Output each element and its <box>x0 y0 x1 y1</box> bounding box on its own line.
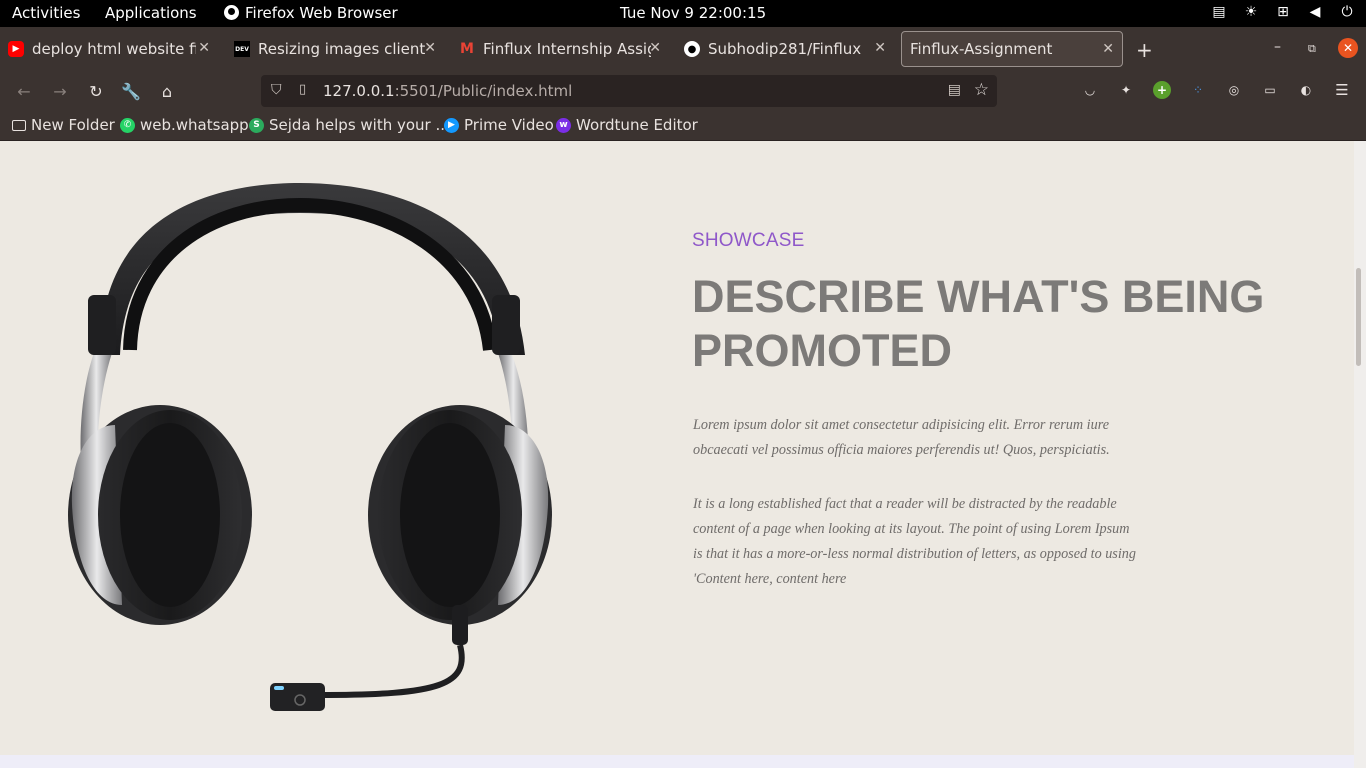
active-app-menu[interactable]: Firefox Web Browser <box>224 4 398 22</box>
headphones-product-image <box>68 183 552 711</box>
tab-title: Resizing images client-sid <box>258 40 426 58</box>
bookmark-label: Prime Video <box>464 116 554 134</box>
power-icon[interactable]: ⏻ <box>1338 3 1356 21</box>
tab-github-finflux[interactable]: ● Subhodip281/Finflux ✕ <box>684 31 894 67</box>
clock[interactable]: Tue Nov 9 22:00:15 <box>620 4 766 22</box>
tab-resizing-images[interactable]: DEV Resizing images client-sid ✕ <box>234 31 444 67</box>
extension-plus-icon[interactable]: + <box>1153 81 1171 99</box>
gmail-icon: M <box>460 41 474 57</box>
bookmark-label: Sejda helps with your ... <box>269 116 450 134</box>
tab-title: deploy html website fireb <box>32 40 196 58</box>
maximize-button[interactable]: ⧉ <box>1308 42 1316 56</box>
close-tab-icon[interactable]: ✕ <box>1102 41 1114 57</box>
extension-sync-icon[interactable]: ◐ <box>1297 81 1315 99</box>
firefox-icon <box>224 5 239 20</box>
bookmark-wordtune[interactable]: w Wordtune Editor <box>556 116 698 134</box>
dev-icon: DEV <box>234 41 250 57</box>
intro-paragraph: Lorem ipsum dolor sit amet consectetur a… <box>693 417 1110 458</box>
minimize-button[interactable]: – <box>1274 39 1281 55</box>
forward-button[interactable]: → <box>49 80 71 102</box>
url-host: 127.0.0.1 <box>323 82 395 100</box>
whatsapp-icon: ✆ <box>120 117 135 133</box>
address-bar[interactable]: ⛉ ▯ 127.0.0.1:5501/Public/index.html ▤ ☆ <box>261 75 997 107</box>
prime-video-icon: ▶ <box>444 117 459 133</box>
brightness-icon[interactable]: ☀ <box>1242 3 1260 21</box>
extension-grid-icon[interactable]: ⁘ <box>1189 81 1207 99</box>
extension-paw-icon[interactable]: ✦ <box>1117 81 1135 99</box>
bookmark-prime-video[interactable]: ▶ Prime Video <box>444 116 554 134</box>
reload-button[interactable]: ↻ <box>85 80 107 102</box>
url-text[interactable]: 127.0.0.1:5501/Public/index.html <box>323 82 572 100</box>
body-paragraph: It is a long established fact that a rea… <box>693 496 1136 587</box>
system-top-bar: Activities Applications Firefox Web Brow… <box>0 0 1366 27</box>
scrollbar-thumb[interactable] <box>1356 268 1361 366</box>
tab-finflux-internship[interactable]: M Finflux Internship Assignm ✕ <box>459 31 669 67</box>
bookmark-sejda[interactable]: S Sejda helps with your ... <box>249 116 450 134</box>
activities-button[interactable]: Activities <box>12 4 80 22</box>
tab-title: Subhodip281/Finflux <box>708 40 862 58</box>
page-headline: DESCRIBE WHAT'S BEING PROMOTED <box>692 271 1265 376</box>
extension-screen-icon[interactable]: ▭ <box>1261 81 1279 99</box>
bookmarks-toolbar: New Folder ✆ web.whatsapp S Sejda helps wi… <box>0 111 1366 141</box>
home-button[interactable]: ⌂ <box>156 80 178 102</box>
tab-deploy-html[interactable]: ▶ deploy html website fireb ✕ <box>8 31 218 67</box>
close-tab-icon[interactable]: ✕ <box>198 40 210 56</box>
new-tab-button[interactable]: + <box>1136 38 1153 62</box>
extension-cookie-icon[interactable]: ◎ <box>1225 81 1243 99</box>
bookmark-label: web.whatsapp <box>140 116 249 134</box>
bookmark-new-folder[interactable]: New Folder <box>12 116 115 134</box>
wrench-icon[interactable]: 🔧 <box>120 80 142 102</box>
volume-icon[interactable]: ◀ <box>1306 3 1324 21</box>
close-tab-icon[interactable]: ✕ <box>424 40 436 56</box>
bookmark-label: New Folder <box>31 116 115 134</box>
page-scrollbar[interactable] <box>1354 141 1366 768</box>
tracking-protection-icon[interactable]: ⛉ <box>271 82 282 98</box>
next-section-strip <box>0 755 1354 768</box>
applications-menu[interactable]: Applications <box>105 4 197 22</box>
tab-title: Finflux Internship Assignm <box>483 40 651 58</box>
youtube-icon: ▶ <box>8 41 24 57</box>
bookmark-label: Wordtune Editor <box>576 116 698 134</box>
back-button[interactable]: ← <box>13 80 35 102</box>
close-tab-icon[interactable]: ✕ <box>649 40 661 56</box>
url-path: :5501/Public/index.html <box>394 82 573 100</box>
network-icon[interactable]: ⊞ <box>1274 3 1292 21</box>
window-close-button[interactable]: ✕ <box>1338 38 1358 58</box>
navigation-toolbar: ← → ↻ 🔧 ⌂ ⛉ ▯ 127.0.0.1:5501/Public/inde… <box>0 71 1366 111</box>
clipboard-icon[interactable]: ▤ <box>1210 3 1228 21</box>
reader-view-icon[interactable]: ▤ <box>948 82 961 98</box>
github-icon: ● <box>684 41 700 57</box>
section-eyebrow: SHOWCASE <box>692 230 805 251</box>
tab-strip: ▶ deploy html website fireb ✕ DEV Resizi… <box>0 27 1366 71</box>
system-tray: ▤ ☀ ⊞ ◀ ⏻ <box>1210 3 1356 21</box>
bookmark-star-icon[interactable]: ☆ <box>974 80 989 100</box>
tab-title: Finflux-Assignment <box>910 40 1053 58</box>
close-tab-icon[interactable]: ✕ <box>874 40 886 56</box>
folder-icon <box>12 119 26 131</box>
tab-finflux-assignment[interactable]: Finflux-Assignment ✕ <box>901 31 1123 67</box>
wordtune-icon: w <box>556 117 571 133</box>
active-app-label: Firefox Web Browser <box>245 4 398 22</box>
pocket-icon[interactable]: ◡ <box>1081 81 1099 99</box>
sejda-icon: S <box>249 117 264 133</box>
bookmark-whatsapp[interactable]: ✆ web.whatsapp <box>120 116 249 134</box>
page-info-icon[interactable]: ▯ <box>299 82 306 97</box>
menu-hamburger-icon[interactable]: ☰ <box>1333 81 1351 99</box>
